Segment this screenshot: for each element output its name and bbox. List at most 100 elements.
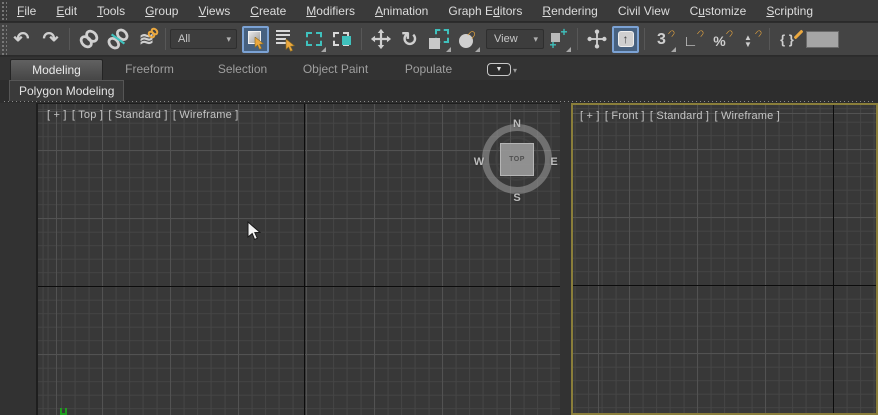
viewport-menu-general[interactable]: [ + ]: [580, 110, 600, 122]
yellow-cursor-icon: [285, 39, 296, 52]
compass-east[interactable]: E: [550, 156, 557, 168]
grid-origin-y-axis: [833, 105, 834, 413]
menu-animation[interactable]: Animation: [365, 0, 438, 22]
select-and-link-button[interactable]: [75, 26, 102, 53]
grid-origin-x-axis: [573, 285, 876, 286]
window-crossing-icon: [333, 32, 349, 46]
magnet-icon: ∩: [723, 25, 737, 39]
select-and-move-button[interactable]: [367, 26, 394, 53]
coord-system-value: View: [494, 33, 518, 45]
viewcube-top-face[interactable]: TOP: [500, 143, 534, 176]
redo-icon: ↷: [43, 28, 59, 51]
spinner-icon: ▲ ▼: [744, 34, 752, 48]
ribbon-tab-bar: Modeling Freeform Selection Object Paint…: [0, 57, 878, 80]
viewport-area: [ + ] [ Top ] [ Standard ] [ Wireframe ]…: [0, 103, 878, 415]
viewport-front-label: [ + ] [ Front ] [ Standard ] [ Wireframe…: [580, 110, 782, 122]
menu-edit[interactable]: Edit: [46, 0, 87, 22]
select-by-name-button[interactable]: [271, 26, 298, 53]
mouse-cursor: [247, 221, 261, 241]
compass-north[interactable]: N: [513, 118, 521, 130]
unlink-icon: [107, 28, 129, 50]
menu-tools[interactable]: Tools: [87, 0, 135, 22]
viewport-front[interactable]: [ + ] [ Front ] [ Standard ] [ Wireframe…: [571, 103, 878, 415]
ribbon-tab-object-paint[interactable]: Object Paint: [289, 59, 382, 80]
magnet-icon: ∩: [694, 25, 708, 39]
viewport-menu-renderer[interactable]: [ Standard ]: [650, 110, 709, 122]
compass-west[interactable]: W: [474, 156, 484, 168]
viewport-menu-renderer[interactable]: [ Standard ]: [108, 109, 167, 121]
redo-button[interactable]: ↷: [37, 26, 64, 53]
angle-snap-toggle-button[interactable]: ∟ ∩: [679, 26, 706, 53]
rectangular-selection-region-button[interactable]: [300, 26, 327, 53]
viewport-menu-pov[interactable]: [ Top ]: [72, 109, 103, 121]
ribbon-tab-populate[interactable]: Populate: [382, 59, 475, 80]
grid-origin-x-axis: [38, 286, 560, 287]
snap-toggle-3d-button[interactable]: 3 ∩: [650, 26, 677, 53]
menu-create[interactable]: Create: [240, 0, 296, 22]
viewport-menu-pov[interactable]: [ Front ]: [605, 110, 645, 122]
magnet-icon: ∩: [752, 25, 766, 39]
select-and-manipulate-button[interactable]: [583, 26, 610, 53]
menu-file[interactable]: File: [7, 0, 46, 22]
selection-filter-value: All: [178, 33, 190, 45]
compass-south[interactable]: S: [513, 192, 520, 204]
polygon-modeling-panel-tab[interactable]: Polygon Modeling: [9, 80, 124, 101]
select-and-place-button[interactable]: ∩: [454, 26, 481, 53]
toolbar-separator: [165, 28, 166, 50]
menu-rendering[interactable]: Rendering: [532, 0, 607, 22]
use-pivot-point-center-button[interactable]: + +: [545, 26, 572, 53]
selection-filter-dropdown[interactable]: All ▾: [170, 29, 237, 49]
3dsmax-window: File Edit Tools Group Views Create Modif…: [0, 0, 878, 415]
keyboard-shortcut-override-toggle[interactable]: ↑: [612, 26, 639, 53]
toolbar-drag-handle[interactable]: [0, 23, 7, 55]
grid-origin-y-axis: [304, 104, 305, 415]
menu-views[interactable]: Views: [188, 0, 240, 22]
ribbon-panel-row: Polygon Modeling: [0, 80, 878, 101]
named-selection-sets-field[interactable]: [806, 31, 839, 48]
viewport-grid: [573, 105, 876, 413]
menu-graph-editors[interactable]: Graph Editors: [438, 0, 532, 22]
move-icon: [370, 28, 392, 50]
main-toolbar: ↶ ↷ ≋: [0, 23, 878, 56]
menu-customize[interactable]: Customize: [680, 0, 757, 22]
yellow-cursor-icon: [254, 37, 265, 50]
undo-button[interactable]: ↶: [8, 26, 35, 53]
window-crossing-toggle-button[interactable]: [329, 26, 356, 53]
ribbon-tab-modeling[interactable]: Modeling: [10, 59, 103, 80]
viewport-menu-shading[interactable]: [ Wireframe ]: [173, 109, 239, 121]
bind-to-space-warp-button[interactable]: ≋: [133, 26, 160, 53]
menu-group[interactable]: Group: [135, 0, 188, 22]
select-and-scale-button[interactable]: [425, 26, 452, 53]
edit-named-selection-sets-button[interactable]: { }: [775, 26, 802, 53]
spinner-snap-toggle-button[interactable]: ▲ ▼ ∩: [737, 26, 764, 53]
toolbar-separator: [769, 28, 770, 50]
rotate-icon: ↻: [401, 27, 418, 52]
select-and-rotate-button[interactable]: ↻: [396, 26, 423, 53]
viewport-menu-shading[interactable]: [ Wireframe ]: [714, 110, 780, 122]
menu-civil-view[interactable]: Civil View: [608, 0, 680, 22]
toolbar-separator: [577, 28, 578, 50]
menu-modifiers[interactable]: Modifiers: [296, 0, 365, 22]
ribbon-minimize-arrow-icon[interactable]: ▾: [513, 66, 517, 75]
menu-scripting[interactable]: Scripting: [756, 0, 823, 22]
viewport-menu-general[interactable]: [ + ]: [47, 109, 67, 121]
link-icon: [78, 28, 100, 50]
menu-bar: File Edit Tools Group Views Create Modif…: [0, 0, 878, 22]
percent-snap-toggle-button[interactable]: % ∩: [708, 26, 735, 53]
viewcube-compass[interactable]: N E S W TOP: [475, 117, 559, 201]
viewport-top-label: [ + ] [ Top ] [ Standard ] [ Wireframe ]: [47, 109, 240, 121]
menubar-drag-handle[interactable]: [0, 0, 7, 21]
ribbon-tab-selection[interactable]: Selection: [196, 59, 289, 80]
ribbon-tab-freeform[interactable]: Freeform: [103, 59, 196, 80]
use-center-icon: + +: [549, 29, 569, 49]
unlink-selection-button[interactable]: [104, 26, 131, 53]
manipulate-icon: [586, 28, 608, 50]
undo-icon: ↶: [14, 28, 30, 51]
toolbar-separator: [644, 28, 645, 50]
select-object-button[interactable]: [242, 26, 269, 53]
magnet-icon: ∩: [665, 25, 679, 39]
ribbon-minimize-icon: ▼: [496, 66, 503, 73]
reference-coordinate-system-dropdown[interactable]: View ▾: [486, 29, 544, 49]
ribbon-minimize-button[interactable]: ▼: [487, 63, 511, 76]
viewport-top[interactable]: [ + ] [ Top ] [ Standard ] [ Wireframe ]…: [36, 103, 560, 415]
